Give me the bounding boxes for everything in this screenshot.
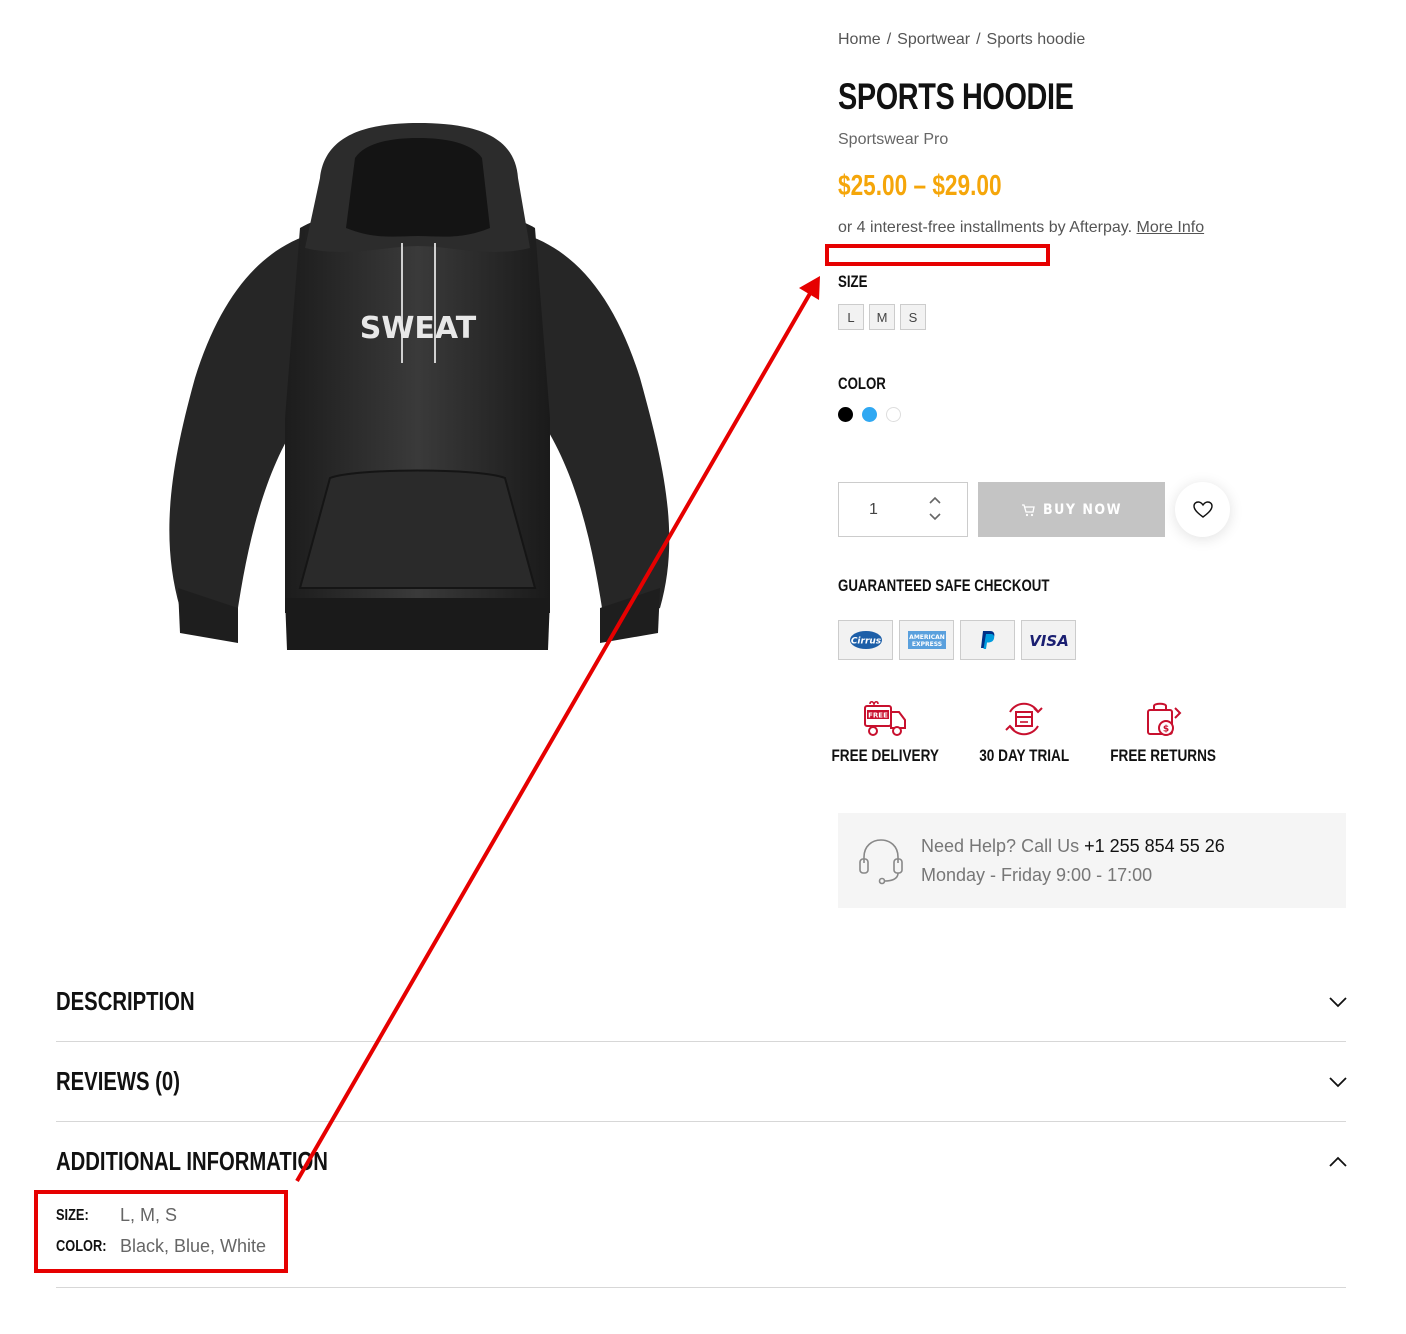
help-box: Need Help? Call Us +1 255 854 55 26 Mond… <box>838 813 1346 908</box>
divider <box>56 1041 1346 1042</box>
svg-text:EXPRESS: EXPRESS <box>911 641 941 648</box>
quantity-stepper: 1 <box>838 482 968 537</box>
help-text: Need Help? Call Us +1 255 854 55 26 <box>921 836 1225 857</box>
accordion-additional-info-title[interactable]: ADDITIONAL INFORMATION <box>56 1146 328 1177</box>
size-label: SIZE <box>838 272 868 291</box>
breadcrumb-home[interactable]: Home <box>838 31 881 48</box>
american-express-icon: AMERICAN EXPRESS <box>907 631 946 649</box>
feature-free-returns: $ FREE RETURNS <box>1108 700 1218 766</box>
color-label: COLOR <box>838 374 886 393</box>
help-prefix: Need Help? Call Us <box>921 836 1080 856</box>
chevron-down-icon[interactable] <box>927 510 943 524</box>
accordion-reviews-title[interactable]: REVIEWS (0) <box>56 1066 180 1097</box>
size-option-m[interactable]: M <box>869 304 895 330</box>
feature-free-delivery-label: FREE DELIVERY <box>831 746 939 765</box>
quantity-input[interactable]: 1 <box>869 501 878 519</box>
product-image: SWEAT <box>169 123 670 650</box>
feature-free-delivery: FREE FREE DELIVERY <box>830 700 940 766</box>
buy-now-button[interactable]: BUY NOW <box>978 482 1165 537</box>
breadcrumb-category[interactable]: Sportwear <box>897 31 970 48</box>
cirrus-icon: Cirrus <box>849 631 882 649</box>
payment-methods: Cirrus AMERICAN EXPRESS VISA <box>838 620 1076 660</box>
breadcrumb-current: Sports hoodie <box>986 31 1086 48</box>
safe-checkout-label: GUARANTEED SAFE CHECKOUT <box>838 576 1050 595</box>
svg-text:SWEAT: SWEAT <box>360 311 477 346</box>
breadcrumb: Home / Sportwear / Sports hoodie <box>838 31 1085 49</box>
afterpay-more-info-link[interactable]: More Info <box>1137 219 1205 236</box>
product-brand[interactable]: Sportswear Pro <box>838 131 948 149</box>
cirrus-card: Cirrus <box>838 620 893 660</box>
color-swatch-black[interactable] <box>838 407 853 422</box>
breadcrumb-separator: / <box>886 31 892 48</box>
color-swatch-blue[interactable] <box>862 407 877 422</box>
chevron-up-icon[interactable] <box>927 493 943 507</box>
paypal-card <box>960 620 1015 660</box>
chevron-down-icon[interactable] <box>1328 995 1348 1009</box>
svg-text:$: $ <box>1163 725 1169 735</box>
size-option-s[interactable]: S <box>900 304 926 330</box>
visa-icon: VISA <box>1030 632 1068 649</box>
annotation-highlight-box <box>825 244 1050 266</box>
divider <box>56 1287 1346 1288</box>
chevron-down-icon[interactable] <box>1328 1075 1348 1089</box>
svg-text:AMERICAN: AMERICAN <box>909 634 945 641</box>
size-options: L M S <box>838 304 926 330</box>
svg-text:Cirrus: Cirrus <box>850 637 881 647</box>
feature-free-returns-label: FREE RETURNS <box>1110 746 1216 765</box>
feature-30-day-trial-label: 30 DAY TRIAL <box>979 746 1069 765</box>
headset-icon <box>859 839 903 885</box>
product-title: SPORTS HOODIE <box>838 76 1074 117</box>
svg-text:VISA: VISA <box>1030 632 1068 649</box>
paypal-icon <box>980 631 994 649</box>
afterpay-text: or 4 interest-free installments by After… <box>838 219 1133 236</box>
breadcrumb-separator: / <box>976 31 981 48</box>
accordion-description-title[interactable]: DESCRIPTION <box>56 986 195 1017</box>
chevron-up-icon[interactable] <box>1328 1155 1348 1169</box>
help-phone-link[interactable]: +1 255 854 55 26 <box>1084 836 1225 856</box>
amex-card: AMERICAN EXPRESS <box>899 620 954 660</box>
afterpay-note: or 4 interest-free installments by After… <box>838 219 1204 237</box>
visa-card: VISA <box>1021 620 1076 660</box>
color-swatch-white[interactable] <box>886 407 901 422</box>
help-hours: Monday - Friday 9:00 - 17:00 <box>921 865 1153 885</box>
svg-text:FREE: FREE <box>868 712 888 720</box>
trial-box-icon <box>1005 702 1043 736</box>
wishlist-button[interactable] <box>1175 482 1230 537</box>
annotation-highlight-box <box>34 1190 288 1273</box>
product-price: $25.00 – $29.00 <box>838 170 1002 202</box>
heart-icon <box>1192 500 1213 518</box>
feature-30-day-trial: 30 DAY TRIAL <box>969 700 1079 766</box>
buy-now-label: BUY NOW <box>1043 501 1122 518</box>
returns-bag-icon: $ <box>1147 702 1182 736</box>
size-option-l[interactable]: L <box>838 304 864 330</box>
cart-icon <box>1022 503 1035 516</box>
delivery-truck-icon: FREE <box>864 700 906 736</box>
divider <box>56 1121 1346 1122</box>
color-options <box>838 407 901 422</box>
